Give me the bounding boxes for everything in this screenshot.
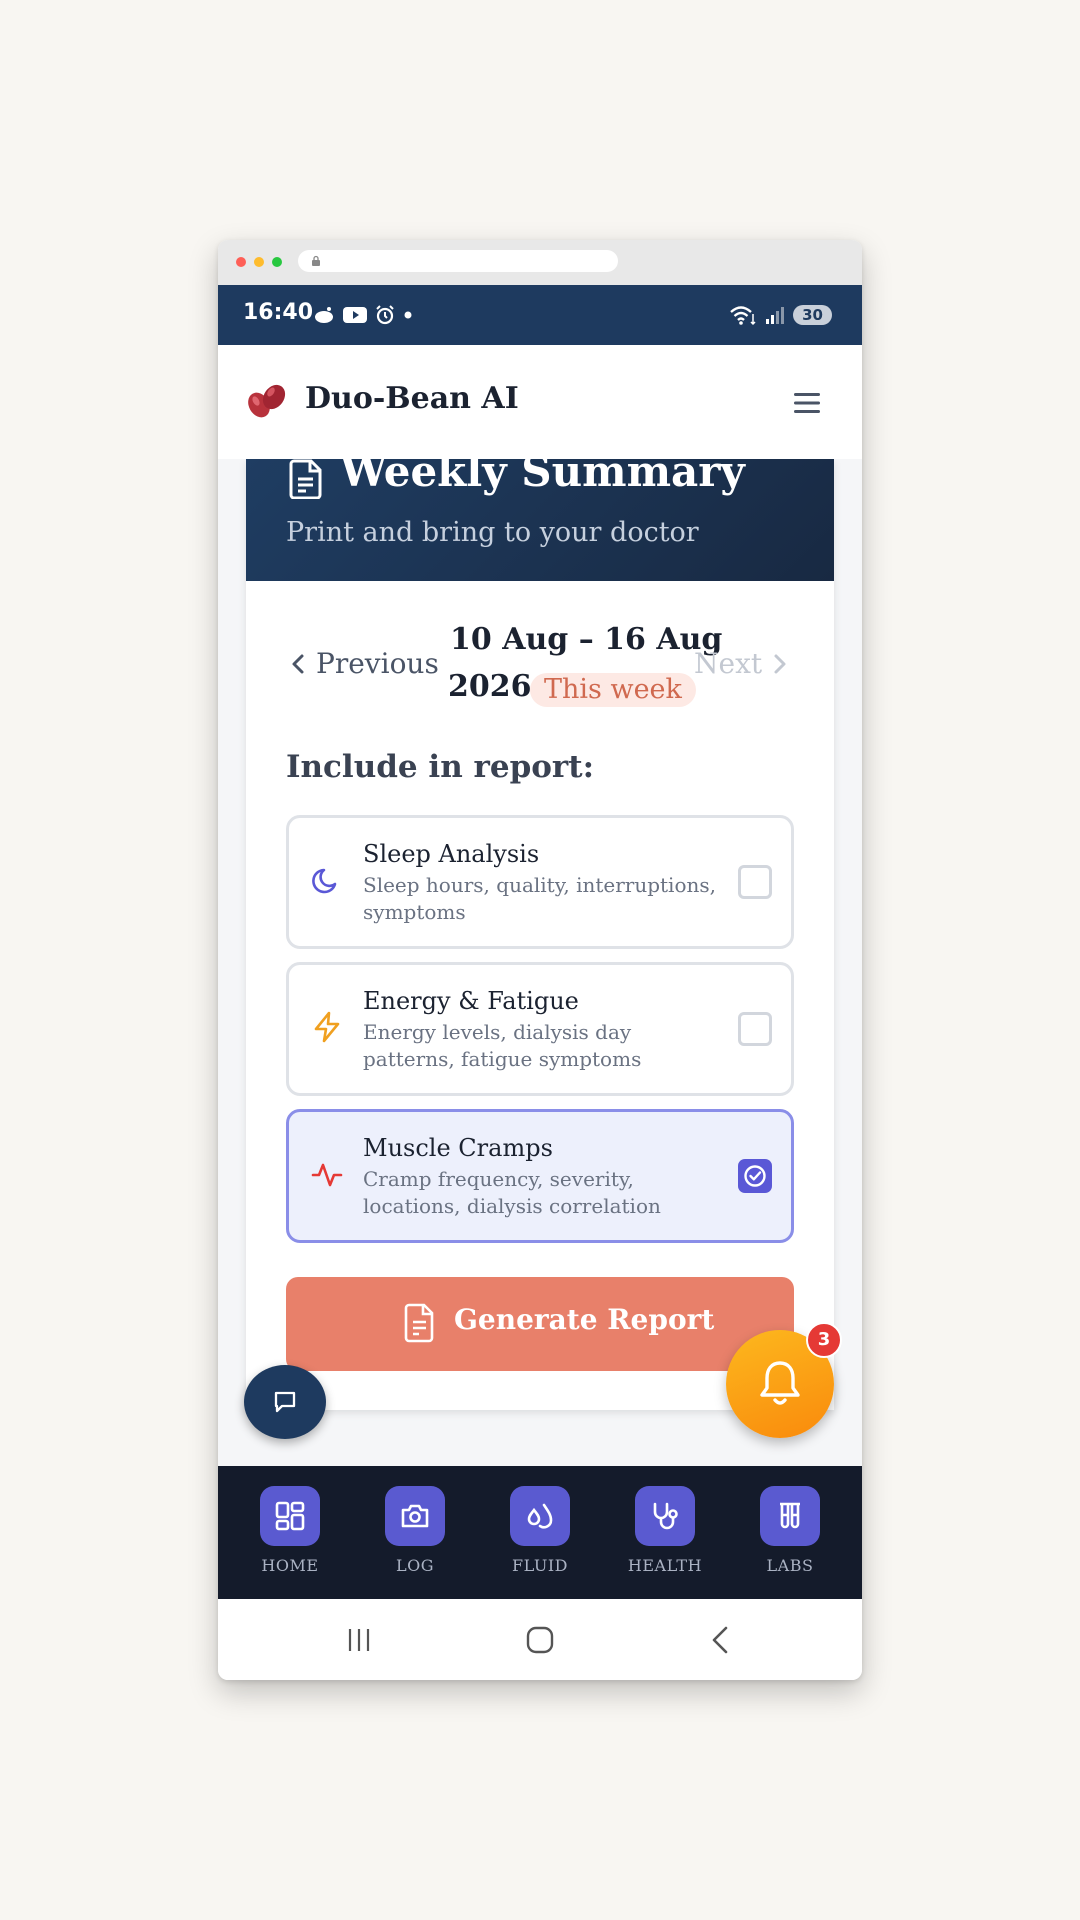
battery-indicator: 30 <box>793 305 832 325</box>
droplets-icon <box>527 1503 553 1529</box>
document-icon <box>404 1303 434 1343</box>
chevron-right-icon <box>774 654 786 673</box>
energy-fatigue-checkbox[interactable] <box>738 1012 772 1046</box>
hamburger-menu-icon[interactable] <box>792 391 822 415</box>
check-circle-icon <box>744 1165 766 1187</box>
status-time: 16:40 <box>243 300 314 325</box>
signal-icon <box>766 307 785 324</box>
include-heading: Include in report: <box>286 749 595 785</box>
option-description: Sleep hours, quality, interruptions, sym… <box>363 873 716 924</box>
weekly-summary-card: Weekly Summary Print and bring to your d… <box>246 459 834 1410</box>
bottom-navigation: HOME LOG FLUID HEALTH LABS <box>218 1466 862 1599</box>
main-content[interactable]: Weekly Summary Print and bring to your d… <box>218 459 862 1466</box>
app-title: Duo-Bean AI <box>305 381 519 416</box>
browser-chrome <box>218 240 862 285</box>
option-description: Cramp frequency, severity, locations, di… <box>363 1167 661 1218</box>
reddit-icon <box>315 307 333 323</box>
chevron-left-icon <box>292 654 304 673</box>
moon-icon <box>312 868 337 894</box>
previous-week-button[interactable]: Previous <box>290 647 439 680</box>
maximize-window-dot[interactable] <box>272 257 282 267</box>
this-week-badge: This week <box>530 673 696 707</box>
more-notifications-dot-icon <box>404 311 412 319</box>
system-navigation-bar <box>218 1599 862 1680</box>
activity-icon <box>311 1163 343 1187</box>
previous-label: Previous <box>316 647 439 680</box>
nav-log[interactable]: LOG <box>370 1486 460 1575</box>
nav-fluid[interactable]: FLUID <box>495 1486 585 1575</box>
generate-report-label: Generate Report <box>454 1303 715 1336</box>
next-week-button[interactable]: Next <box>694 647 788 680</box>
grid-icon <box>275 1501 305 1531</box>
nav-label: HOME <box>261 1556 319 1575</box>
nav-label: FLUID <box>512 1556 568 1575</box>
alarm-icon <box>376 305 394 325</box>
minimize-window-dot[interactable] <box>254 257 264 267</box>
nav-labs[interactable]: LABS <box>745 1486 835 1575</box>
option-energy-fatigue[interactable]: Energy & Fatigue Energy levels, dialysis… <box>286 962 794 1096</box>
option-sleep-analysis[interactable]: Sleep Analysis Sleep hours, quality, int… <box>286 815 794 949</box>
app-header: Duo-Bean AI <box>218 345 862 460</box>
document-icon <box>289 459 322 499</box>
bell-icon <box>760 1361 800 1405</box>
option-title: Energy & Fatigue <box>363 987 579 1015</box>
camera-icon <box>401 1504 429 1528</box>
next-label: Next <box>694 647 763 680</box>
test-tubes-icon <box>780 1502 800 1529</box>
lock-icon <box>312 255 320 266</box>
address-bar[interactable] <box>298 250 618 272</box>
nav-home[interactable]: HOME <box>245 1486 335 1575</box>
option-title: Sleep Analysis <box>363 840 540 868</box>
back-icon[interactable] <box>708 1626 732 1654</box>
phone-frame: 16:40 30 Duo-Bean AI Weekly Summary Prin… <box>218 240 862 1680</box>
notification-count-badge: 3 <box>806 1322 842 1358</box>
option-muscle-cramps[interactable]: Muscle Cramps Cramp frequency, severity,… <box>286 1109 794 1243</box>
option-description: Energy levels, dialysis day patterns, fa… <box>363 1020 642 1071</box>
muscle-cramps-checkbox[interactable] <box>738 1159 772 1193</box>
sleep-analysis-checkbox[interactable] <box>738 865 772 899</box>
system-icons: 30 <box>729 303 832 327</box>
week-year: 2026 <box>448 669 532 704</box>
nav-label: LABS <box>766 1556 814 1575</box>
notification-icons <box>313 303 413 327</box>
status-bar: 16:40 30 <box>218 285 862 345</box>
beans-logo-icon <box>248 384 286 418</box>
chat-bubble-icon <box>274 1391 296 1413</box>
recent-apps-icon[interactable] <box>346 1627 372 1653</box>
lightning-icon <box>314 1011 340 1043</box>
wifi-icon <box>730 306 756 326</box>
home-button-icon[interactable] <box>525 1626 555 1654</box>
close-window-dot[interactable] <box>236 257 246 267</box>
stethoscope-icon <box>653 1502 678 1530</box>
chat-button[interactable] <box>244 1365 326 1439</box>
generate-report-button[interactable]: Generate Report <box>286 1277 794 1371</box>
youtube-icon <box>343 307 367 323</box>
nav-health[interactable]: HEALTH <box>620 1486 710 1575</box>
option-title: Muscle Cramps <box>363 1134 553 1162</box>
week-range: 10 Aug – 16 Aug <box>450 622 723 657</box>
nav-label: HEALTH <box>627 1556 703 1575</box>
summary-title: Weekly Summary <box>340 459 745 496</box>
summary-subtitle: Print and bring to your doctor <box>286 517 699 548</box>
summary-banner: Weekly Summary Print and bring to your d… <box>246 459 834 581</box>
nav-label: LOG <box>395 1556 435 1575</box>
